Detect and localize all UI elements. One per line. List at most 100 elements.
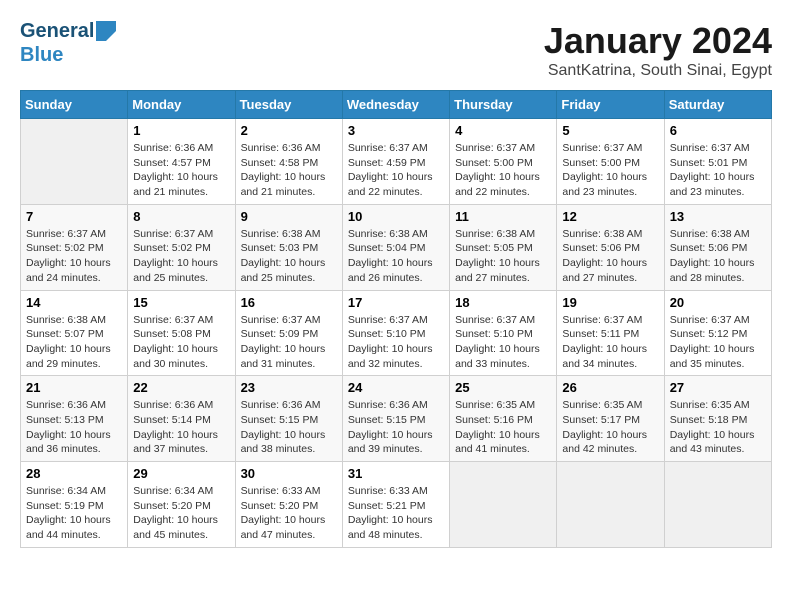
day-cell: 19Sunrise: 6:37 AM Sunset: 5:11 PM Dayli… (557, 290, 664, 376)
day-number: 25 (455, 380, 551, 395)
day-cell: 17 Sunrise: 6:37 AM Sunset: 5:10 PM Dayli… (342, 290, 449, 376)
day-cell (664, 462, 771, 548)
page-subtitle: SantKatrina, South Sinai, Egypt (544, 62, 772, 80)
day-content: Sunrise: 6:37 AM Sunset: 5:10 PM Dayligh… (348, 313, 444, 372)
day-number: 15 (133, 295, 229, 310)
day-cell: 7 Sunrise: 6:37 AM Sunset: 5:02 PM Daylig… (21, 204, 128, 290)
day-cell: 13 Sunrise: 6:38 AM Sunset: 5:06 PM Dayli… (664, 204, 771, 290)
header-cell-sunday: Sunday (21, 91, 128, 119)
day-content: Sunrise: 6:37 AM Sunset: 5:02 PM Dayligh… (133, 227, 229, 286)
day-cell (450, 462, 557, 548)
day-number: 12 (562, 209, 658, 224)
logo-general: General (20, 20, 94, 42)
day-cell: 20Sunrise: 6:37 AM Sunset: 5:12 PM Dayli… (664, 290, 771, 376)
day-number: 26 (562, 380, 658, 395)
day-cell: 16 Sunrise: 6:37 AM Sunset: 5:09 PM Dayli… (235, 290, 342, 376)
day-cell: 21 Sunrise: 6:36 AM Sunset: 5:13 PM Dayli… (21, 376, 128, 462)
day-cell: 22 Sunrise: 6:36 AM Sunset: 5:14 PM Dayli… (128, 376, 235, 462)
day-content: Sunrise: 6:34 AM Sunset: 5:19 PM Dayligh… (26, 484, 122, 543)
day-number: 5 (562, 123, 658, 138)
day-cell: 29 Sunrise: 6:34 AM Sunset: 5:20 PM Dayli… (128, 462, 235, 548)
day-cell: 14 Sunrise: 6:38 AM Sunset: 5:07 PM Dayli… (21, 290, 128, 376)
day-content: Sunrise: 6:37 AM Sunset: 5:02 PM Dayligh… (26, 227, 122, 286)
day-cell: 9 Sunrise: 6:38 AM Sunset: 5:03 PM Daylig… (235, 204, 342, 290)
day-number: 18 (455, 295, 551, 310)
day-content: Sunrise: 6:34 AM Sunset: 5:20 PM Dayligh… (133, 484, 229, 543)
day-number: 11 (455, 209, 551, 224)
day-cell (557, 462, 664, 548)
day-number: 22 (133, 380, 229, 395)
day-number: 1 (133, 123, 229, 138)
title-block: January 2024 SantKatrina, South Sinai, E… (544, 20, 772, 80)
day-content: Sunrise: 6:36 AM Sunset: 4:57 PM Dayligh… (133, 141, 229, 200)
day-content: Sunrise: 6:37 AM Sunset: 5:09 PM Dayligh… (241, 313, 337, 372)
day-content: Sunrise: 6:36 AM Sunset: 5:15 PM Dayligh… (348, 398, 444, 457)
calendar-table: SundayMondayTuesdayWednesdayThursdayFrid… (20, 90, 772, 548)
day-number: 16 (241, 295, 337, 310)
day-number: 31 (348, 466, 444, 481)
day-number: 27 (670, 380, 766, 395)
day-content: Sunrise: 6:38 AM Sunset: 5:05 PM Dayligh… (455, 227, 551, 286)
day-number: 13 (670, 209, 766, 224)
week-row-1: 1 Sunrise: 6:36 AM Sunset: 4:57 PM Daylig… (21, 119, 772, 205)
day-cell: 10 Sunrise: 6:38 AM Sunset: 5:04 PM Dayli… (342, 204, 449, 290)
day-content: Sunrise: 6:37 AM Sunset: 5:00 PM Dayligh… (562, 141, 658, 200)
day-number: 24 (348, 380, 444, 395)
day-content: Sunrise: 6:35 AM Sunset: 5:18 PM Dayligh… (670, 398, 766, 457)
day-content: Sunrise: 6:38 AM Sunset: 5:03 PM Dayligh… (241, 227, 337, 286)
day-number: 10 (348, 209, 444, 224)
day-content: Sunrise: 6:38 AM Sunset: 5:07 PM Dayligh… (26, 313, 122, 372)
day-number: 21 (26, 380, 122, 395)
header-cell-saturday: Saturday (664, 91, 771, 119)
day-cell: 11 Sunrise: 6:38 AM Sunset: 5:05 PM Dayli… (450, 204, 557, 290)
day-number: 6 (670, 123, 766, 138)
page-header: General Blue January 2024 SantKatrina, S… (20, 20, 772, 80)
header-cell-friday: Friday (557, 91, 664, 119)
day-content: Sunrise: 6:33 AM Sunset: 5:21 PM Dayligh… (348, 484, 444, 543)
day-number: 4 (455, 123, 551, 138)
day-cell: 24 Sunrise: 6:36 AM Sunset: 5:15 PM Dayli… (342, 376, 449, 462)
day-number: 14 (26, 295, 122, 310)
day-cell: 18 Sunrise: 6:37 AM Sunset: 5:10 PM Dayli… (450, 290, 557, 376)
header-cell-monday: Monday (128, 91, 235, 119)
day-cell: 12 Sunrise: 6:38 AM Sunset: 5:06 PM Dayli… (557, 204, 664, 290)
day-number: 17 (348, 295, 444, 310)
day-cell: 8Sunrise: 6:37 AM Sunset: 5:02 PM Daylig… (128, 204, 235, 290)
day-cell: 31 Sunrise: 6:33 AM Sunset: 5:21 PM Dayli… (342, 462, 449, 548)
day-content: Sunrise: 6:36 AM Sunset: 5:15 PM Dayligh… (241, 398, 337, 457)
day-content: Sunrise: 6:37 AM Sunset: 5:01 PM Dayligh… (670, 141, 766, 200)
week-row-4: 21 Sunrise: 6:36 AM Sunset: 5:13 PM Dayli… (21, 376, 772, 462)
day-cell: 25 Sunrise: 6:35 AM Sunset: 5:16 PM Dayli… (450, 376, 557, 462)
day-cell: 3Sunrise: 6:37 AM Sunset: 4:59 PM Daylig… (342, 119, 449, 205)
week-row-5: 28Sunrise: 6:34 AM Sunset: 5:19 PM Dayli… (21, 462, 772, 548)
day-cell: 5 Sunrise: 6:37 AM Sunset: 5:00 PM Daylig… (557, 119, 664, 205)
header-cell-tuesday: Tuesday (235, 91, 342, 119)
day-content: Sunrise: 6:36 AM Sunset: 5:13 PM Dayligh… (26, 398, 122, 457)
day-cell: 6 Sunrise: 6:37 AM Sunset: 5:01 PM Daylig… (664, 119, 771, 205)
day-content: Sunrise: 6:36 AM Sunset: 5:14 PM Dayligh… (133, 398, 229, 457)
day-number: 7 (26, 209, 122, 224)
day-content: Sunrise: 6:38 AM Sunset: 5:06 PM Dayligh… (562, 227, 658, 286)
logo-blue: Blue (20, 44, 63, 66)
week-row-3: 14 Sunrise: 6:38 AM Sunset: 5:07 PM Dayli… (21, 290, 772, 376)
week-row-2: 7 Sunrise: 6:37 AM Sunset: 5:02 PM Daylig… (21, 204, 772, 290)
day-cell: 27 Sunrise: 6:35 AM Sunset: 5:18 PM Dayli… (664, 376, 771, 462)
logo-icon (96, 21, 116, 41)
day-cell: 26Sunrise: 6:35 AM Sunset: 5:17 PM Dayli… (557, 376, 664, 462)
day-content: Sunrise: 6:38 AM Sunset: 5:04 PM Dayligh… (348, 227, 444, 286)
day-number: 23 (241, 380, 337, 395)
day-number: 9 (241, 209, 337, 224)
day-cell: 4Sunrise: 6:37 AM Sunset: 5:00 PM Daylig… (450, 119, 557, 205)
day-content: Sunrise: 6:37 AM Sunset: 5:10 PM Dayligh… (455, 313, 551, 372)
day-cell: 15 Sunrise: 6:37 AM Sunset: 5:08 PM Dayli… (128, 290, 235, 376)
day-number: 29 (133, 466, 229, 481)
day-number: 20 (670, 295, 766, 310)
page-title: January 2024 (544, 20, 772, 62)
day-content: Sunrise: 6:35 AM Sunset: 5:16 PM Dayligh… (455, 398, 551, 457)
day-cell: 1 Sunrise: 6:36 AM Sunset: 4:57 PM Daylig… (128, 119, 235, 205)
day-content: Sunrise: 6:37 AM Sunset: 5:08 PM Dayligh… (133, 313, 229, 372)
day-cell: 30Sunrise: 6:33 AM Sunset: 5:20 PM Dayli… (235, 462, 342, 548)
day-content: Sunrise: 6:38 AM Sunset: 5:06 PM Dayligh… (670, 227, 766, 286)
header-cell-wednesday: Wednesday (342, 91, 449, 119)
day-content: Sunrise: 6:33 AM Sunset: 5:20 PM Dayligh… (241, 484, 337, 543)
